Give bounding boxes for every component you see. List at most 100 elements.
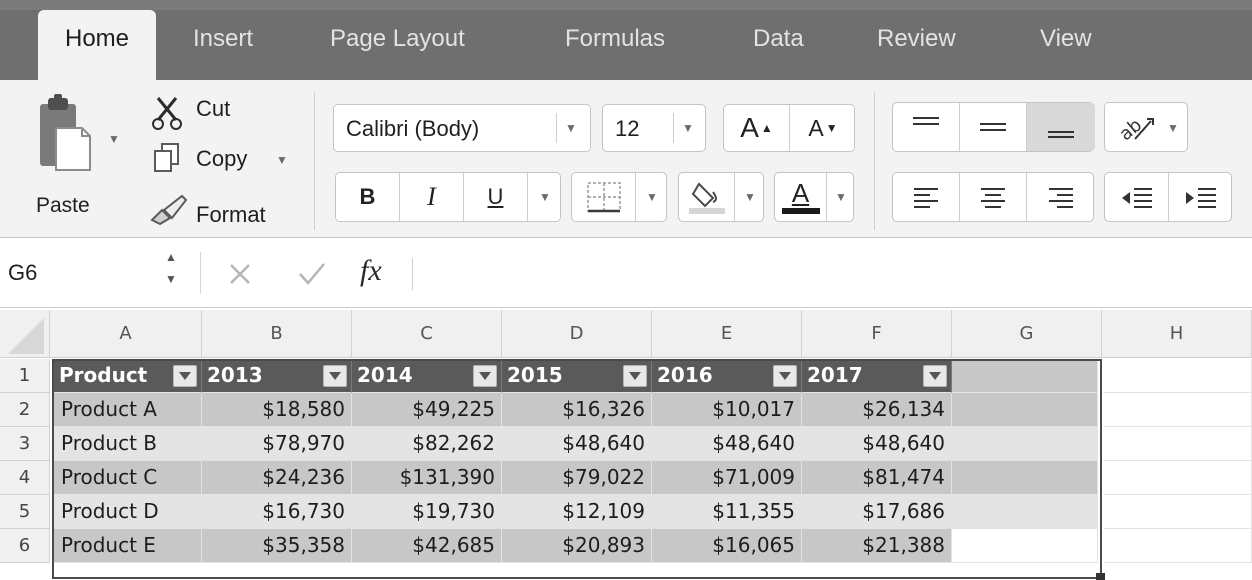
borders-dropdown[interactable]: ▼ [636, 173, 668, 221]
paste-dropdown-icon[interactable]: ▼ [108, 132, 120, 146]
copy-dropdown-icon[interactable]: ▼ [276, 153, 288, 167]
table-cell[interactable]: $21,388 [802, 529, 952, 563]
column-header-c[interactable]: C [352, 310, 502, 358]
column-header-d[interactable]: D [502, 310, 652, 358]
selected-cell-g6[interactable] [952, 529, 1098, 563]
table-cell[interactable]: Product B [54, 427, 202, 461]
decrease-indent-button[interactable] [1105, 173, 1169, 221]
tab-insert[interactable]: Insert [193, 10, 253, 80]
table-cell-empty[interactable] [952, 461, 1098, 495]
table-cell[interactable]: $19,730 [352, 495, 502, 529]
row-header-2[interactable]: 2 [0, 393, 50, 427]
empty-cell[interactable] [1104, 461, 1252, 495]
header-cell-2014[interactable]: 2014 [352, 359, 502, 393]
table-cell[interactable]: $20,893 [502, 529, 652, 563]
tab-formulas[interactable]: Formulas [565, 10, 665, 80]
table-cell[interactable]: $26,134 [802, 393, 952, 427]
table-cell[interactable]: $11,355 [652, 495, 802, 529]
filter-dropdown-icon[interactable] [323, 365, 347, 387]
underline-button[interactable]: U [464, 173, 528, 221]
format-painter-button[interactable]: Format [148, 190, 298, 230]
font-name-select[interactable]: Calibri (Body) ▼ [333, 104, 591, 152]
name-box-up-icon[interactable]: ▲ [165, 250, 177, 264]
column-header-e[interactable]: E [652, 310, 802, 358]
row-header-4[interactable]: 4 [0, 461, 50, 495]
orientation-button[interactable]: ab ▼ [1104, 102, 1188, 152]
tab-view[interactable]: View [1040, 10, 1092, 80]
row-header-3[interactable]: 3 [0, 427, 50, 461]
cut-button[interactable]: Cut [148, 94, 288, 130]
align-middle-button[interactable] [960, 103, 1027, 151]
fill-color-button[interactable]: ▼ [678, 172, 764, 222]
empty-cell[interactable] [1104, 359, 1252, 393]
table-cell[interactable]: Product E [54, 529, 202, 563]
filter-dropdown-icon[interactable] [473, 365, 497, 387]
table-cell[interactable]: $16,326 [502, 393, 652, 427]
table-cell[interactable]: $35,358 [202, 529, 352, 563]
shrink-font-button[interactable]: A ▼ [790, 105, 856, 151]
underline-dropdown[interactable]: ▼ [528, 173, 562, 221]
font-size-dropdown-icon[interactable]: ▼ [682, 121, 694, 135]
increase-indent-button[interactable] [1169, 173, 1233, 221]
font-name-dropdown-icon[interactable]: ▼ [565, 121, 577, 135]
paste-button[interactable]: ▼ Paste [28, 94, 124, 217]
table-cell[interactable]: $12,109 [502, 495, 652, 529]
table-cell-empty[interactable] [952, 393, 1098, 427]
empty-cell[interactable] [1104, 529, 1252, 563]
table-cell-empty[interactable] [952, 495, 1098, 529]
tab-data[interactable]: Data [753, 10, 804, 80]
table-cell[interactable]: $48,640 [802, 427, 952, 461]
copy-button[interactable]: Copy ▼ [148, 140, 298, 178]
table-cell[interactable]: $78,970 [202, 427, 352, 461]
align-top-button[interactable] [893, 103, 960, 151]
align-center-button[interactable] [960, 173, 1027, 221]
column-header-f[interactable]: F [802, 310, 952, 358]
row-header-1[interactable]: 1 [0, 359, 50, 393]
table-cell[interactable]: $48,640 [502, 427, 652, 461]
filter-dropdown-icon[interactable] [923, 365, 947, 387]
table-cell[interactable]: $10,017 [652, 393, 802, 427]
table-cell-empty[interactable] [952, 427, 1098, 461]
table-cell[interactable]: $131,390 [352, 461, 502, 495]
tab-review[interactable]: Review [877, 10, 956, 80]
table-cell[interactable]: $16,065 [652, 529, 802, 563]
header-cell-2017[interactable]: 2017 [802, 359, 952, 393]
column-header-a[interactable]: A [50, 310, 202, 358]
table-cell-empty[interactable] [952, 359, 1098, 393]
align-right-button[interactable] [1027, 173, 1095, 221]
filter-dropdown-icon[interactable] [773, 365, 797, 387]
table-cell[interactable]: $48,640 [652, 427, 802, 461]
empty-cell[interactable] [1104, 427, 1252, 461]
fill-color-dropdown[interactable]: ▼ [735, 173, 765, 221]
row-header-5[interactable]: 5 [0, 495, 50, 529]
align-bottom-button[interactable] [1027, 103, 1095, 151]
header-cell-2016[interactable]: 2016 [652, 359, 802, 393]
table-cell[interactable]: $79,022 [502, 461, 652, 495]
table-cell[interactable]: $18,580 [202, 393, 352, 427]
table-cell[interactable]: $24,236 [202, 461, 352, 495]
column-header-h[interactable]: H [1102, 310, 1252, 358]
table-cell[interactable]: $81,474 [802, 461, 952, 495]
filter-dropdown-icon[interactable] [173, 365, 197, 387]
tab-page-layout[interactable]: Page Layout [330, 10, 465, 80]
column-header-b[interactable]: B [202, 310, 352, 358]
row-header-6[interactable]: 6 [0, 529, 50, 563]
italic-button[interactable]: I [400, 173, 464, 221]
table-cell[interactable]: $16,730 [202, 495, 352, 529]
tab-home[interactable]: Home [38, 10, 156, 80]
orientation-dropdown-icon[interactable]: ▼ [1167, 121, 1179, 135]
fill-handle[interactable] [1096, 573, 1105, 580]
font-color-button[interactable]: A ▼ [774, 172, 854, 222]
borders-button[interactable]: ▼ [571, 172, 667, 222]
bold-button[interactable]: B [336, 173, 400, 221]
table-cell[interactable]: Product C [54, 461, 202, 495]
insert-function-button[interactable]: fx [360, 254, 382, 288]
empty-cell[interactable] [1104, 495, 1252, 529]
grow-font-button[interactable]: A ▲ [724, 105, 790, 151]
name-box-down-icon[interactable]: ▼ [165, 272, 177, 286]
column-header-g[interactable]: G [952, 310, 1102, 358]
filter-dropdown-icon[interactable] [623, 365, 647, 387]
cancel-icon[interactable] [228, 262, 252, 286]
empty-cell[interactable] [1104, 393, 1252, 427]
header-cell-product[interactable]: Product [54, 359, 202, 393]
